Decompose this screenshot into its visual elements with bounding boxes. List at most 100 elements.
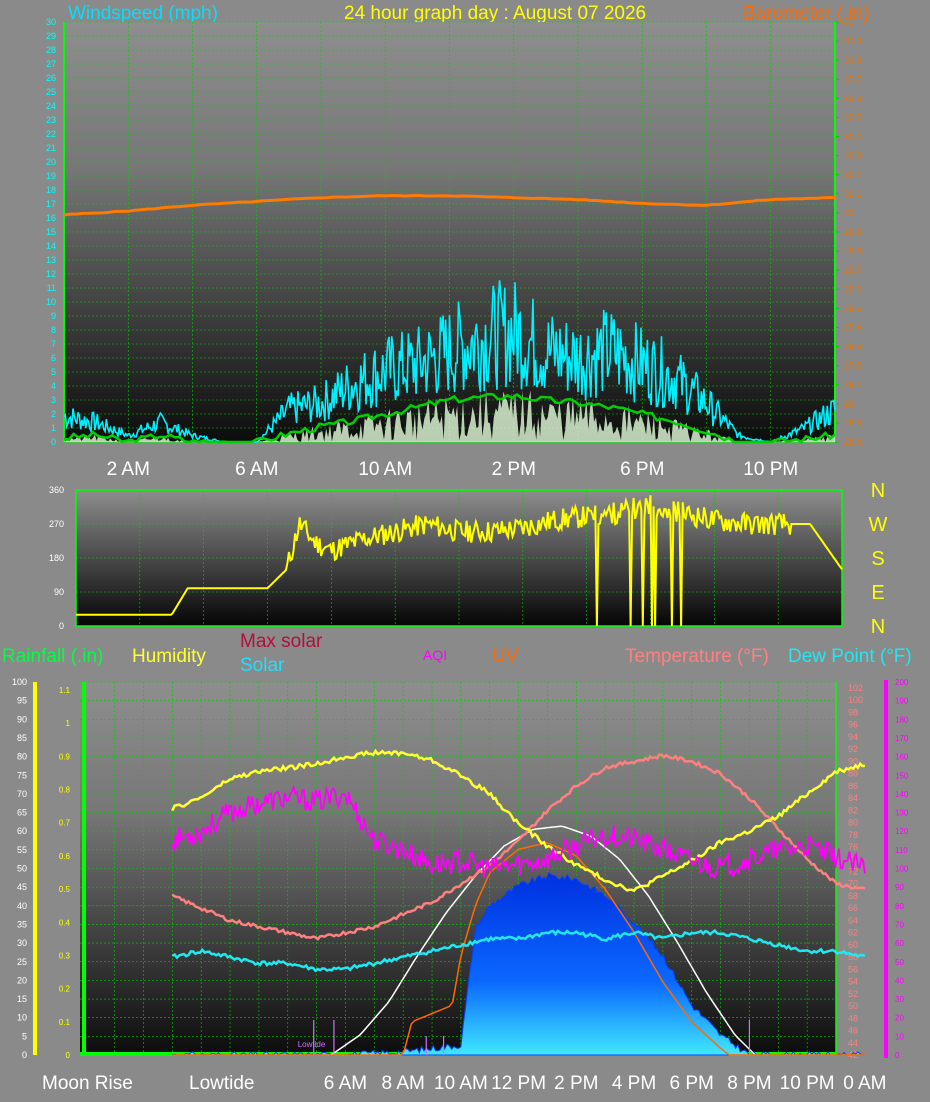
x-tick-label: 6 PM: [620, 459, 664, 480]
x-tick-label: 12 PM: [491, 1073, 546, 1094]
temp-tick-label: 78: [848, 830, 858, 840]
left-tick-label: 15: [46, 227, 56, 237]
temp-tick-label: 92: [848, 744, 858, 754]
right-tick-label: 31: [844, 17, 854, 27]
right-tick-label: 29.4: [844, 322, 862, 332]
x-tick-label: 10 PM: [743, 459, 798, 480]
rain-tick-label: 0.1: [59, 1018, 71, 1027]
compass-label: N: [871, 616, 885, 638]
humidity-tick-label: 35: [17, 919, 27, 929]
left-tick-label: 23: [46, 115, 56, 125]
aqi-tick-label: 180: [895, 715, 909, 724]
right-tick-label: 30.5: [844, 112, 862, 122]
left-tick-label: 1: [51, 423, 56, 433]
x-tick-label: 6 AM: [235, 459, 278, 480]
aqi-tick-label: 100: [895, 865, 909, 874]
left-tick-label: 28: [46, 45, 56, 55]
temp-tick-label: 48: [848, 1013, 858, 1023]
temp-tick-label: 44: [848, 1038, 858, 1048]
left-tick-label: 0: [51, 437, 56, 447]
temp-tick-label: 76: [848, 842, 858, 852]
dir-tick-label: 270: [49, 519, 64, 529]
rain-tick-label: 1.1: [59, 686, 71, 695]
wind-title: Windspeed (mph): [68, 3, 218, 24]
humidity-tick-label: 5: [22, 1031, 27, 1041]
temp-tick-label: 102: [848, 683, 863, 693]
left-tick-label: 21: [46, 143, 56, 153]
left-tick-label: 13: [46, 255, 56, 265]
x-tick-label: 10 AM: [358, 459, 412, 480]
humidity-tick-label: 40: [17, 901, 27, 911]
temp-tick-label: 46: [848, 1026, 858, 1036]
right-tick-label: 29.5: [844, 303, 862, 313]
weather-graph: Windspeed (mph) 24 hour graph day : Augu…: [2, 3, 912, 1094]
right-tick-label: 30.9: [844, 36, 862, 46]
right-tick-label: 30.7: [844, 74, 862, 84]
left-tick-label: 25: [46, 87, 56, 97]
aqi-tick-label: 70: [895, 920, 904, 929]
rain-tick-label: 0.2: [59, 985, 71, 994]
legend-humidity: Humidity: [132, 646, 206, 667]
humidity-tick-label: 50: [17, 864, 27, 874]
humidity-tick-label: 0: [22, 1050, 27, 1060]
rain-tick-label: 0: [66, 1051, 71, 1060]
right-tick-label: 29.7: [844, 265, 862, 275]
x-tick-label: 4 PM: [612, 1073, 656, 1094]
rain-tick-label: 0.3: [59, 951, 71, 960]
legend-rainfall: Rainfall (.in): [2, 646, 103, 667]
aqi-tick-label: 60: [895, 939, 904, 948]
temp-tick-label: 94: [848, 732, 858, 742]
left-tick-label: 16: [46, 213, 56, 223]
rain-tick-label: 0.8: [59, 786, 71, 795]
temp-tick-label: 82: [848, 805, 858, 815]
humidity-axis-bar: [33, 682, 37, 1055]
rain-tick-label: 0.7: [59, 819, 71, 828]
dir-tick-label: 0: [59, 621, 64, 631]
temp-tick-label: 60: [848, 940, 858, 950]
rain-axis-bar: [82, 682, 86, 1055]
temp-tick-label: 98: [848, 707, 858, 717]
temp-tick-label: 64: [848, 915, 858, 925]
left-tick-label: 26: [46, 73, 56, 83]
aqi-tick-label: 170: [895, 734, 909, 743]
left-tick-label: 3: [51, 395, 56, 405]
aqi-axis-bar: [884, 680, 888, 1058]
temp-tick-label: 100: [848, 695, 863, 705]
temp-tick-label: 80: [848, 818, 858, 828]
right-tick-label: 29.2: [844, 361, 862, 371]
x-tick-label: 2 PM: [554, 1073, 598, 1094]
x-tick-label: 10 PM: [780, 1073, 835, 1094]
aqi-tick-label: 50: [895, 958, 904, 967]
aqi-tick-label: 110: [895, 846, 908, 855]
humidity-tick-label: 30: [17, 938, 27, 948]
aqi-tick-label: 30: [895, 995, 904, 1004]
humidity-tick-label: 70: [17, 789, 27, 799]
left-tick-label: 20: [46, 157, 56, 167]
x-tick-label: 0 AM: [843, 1073, 886, 1094]
dir-tick-label: 90: [54, 587, 64, 597]
aqi-tick-label: 160: [895, 753, 909, 762]
left-tick-label: 4: [51, 381, 56, 391]
humidity-tick-label: 100: [12, 677, 27, 687]
legend-uv: UV: [492, 646, 519, 667]
x-tick-label: 2 AM: [107, 459, 150, 480]
right-tick-label: 29.3: [844, 342, 862, 352]
graph-title: 24 hour graph day : August 07 2026: [344, 3, 646, 24]
right-tick-label: 29.1: [844, 380, 862, 390]
compass-label: W: [869, 514, 888, 536]
humidity-tick-label: 90: [17, 714, 27, 724]
temp-tick-label: 52: [848, 989, 858, 999]
x-tick-label: 8 AM: [382, 1073, 425, 1094]
humidity-tick-label: 95: [17, 696, 27, 706]
right-tick-label: 28.8: [844, 437, 862, 447]
left-tick-label: 14: [46, 241, 56, 251]
x-tick-label: 2 PM: [492, 459, 536, 480]
humidity-tick-label: 20: [17, 975, 27, 985]
x-label-lowtide: Lowtide: [189, 1073, 255, 1094]
humidity-tick-label: 60: [17, 826, 27, 836]
aqi-tick-label: 140: [895, 790, 909, 799]
left-tick-label: 11: [47, 283, 56, 293]
left-tick-label: 8: [51, 325, 56, 335]
humidity-tick-label: 75: [17, 770, 27, 780]
temp-tick-label: 68: [848, 891, 858, 901]
